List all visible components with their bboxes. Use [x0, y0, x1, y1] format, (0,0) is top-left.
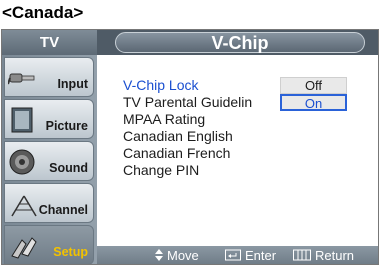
sidebar-title: TV — [2, 30, 97, 55]
sidebar-item-picture[interactable]: Picture — [4, 99, 94, 139]
input-plug-icon — [8, 73, 35, 85]
hint-enter: Enter — [225, 248, 277, 264]
tv-osd-screen: TV Input Picture Sound Channel Setup V-C… — [1, 29, 379, 265]
hint-return: Return — [293, 248, 355, 264]
menu-item-change-pin[interactable]: Change PIN — [123, 162, 283, 179]
sidebar-item-label: Picture — [45, 119, 88, 133]
hint-move-label: Move — [167, 248, 199, 263]
hint-enter-label: Enter — [245, 248, 277, 263]
menu-item-vchip-lock[interactable]: V-Chip Lock — [123, 77, 283, 94]
return-menu-icon — [293, 249, 311, 264]
setup-icon — [11, 237, 37, 259]
menu-item-tv-parental-guidelines[interactable]: TV Parental Guidelin — [123, 94, 280, 111]
menu-item-canadian-french[interactable]: Canadian French — [123, 145, 283, 162]
sidebar-item-label: Setup — [53, 245, 88, 259]
hint-return-label: Return — [315, 248, 355, 263]
hint-move: Move — [155, 248, 199, 264]
header-bar: V-Chip — [97, 30, 378, 55]
enter-icon — [225, 249, 241, 264]
sidebar-item-label: Input — [57, 77, 88, 91]
menu-panel: V-Chip Lock TV Parental Guidelin MPAA Ra… — [97, 55, 378, 245]
sidebar-item-input[interactable]: Input — [4, 57, 94, 97]
page-heading: <Canada> — [2, 3, 84, 22]
menu-item-mpaa-rating[interactable]: MPAA Rating — [123, 111, 283, 128]
speaker-icon — [9, 149, 35, 175]
sidebar-item-label: Channel — [38, 203, 88, 217]
footer-hints: Move Enter Return — [97, 246, 378, 264]
option-on[interactable]: On — [280, 94, 347, 111]
sidebar-item-setup[interactable]: Setup — [4, 225, 94, 264]
sidebar-item-channel[interactable]: Channel — [4, 183, 94, 223]
antenna-icon — [11, 195, 37, 217]
sidebar-item-sound[interactable]: Sound — [4, 141, 94, 181]
option-off[interactable]: Off — [280, 77, 347, 94]
page-title: V-Chip — [115, 32, 365, 53]
up-down-arrow-icon — [155, 248, 163, 264]
sidebar: Input Picture Sound Channel Setup — [2, 55, 97, 264]
menu-item-canadian-english[interactable]: Canadian English — [123, 128, 283, 145]
sidebar-item-label: Sound — [49, 161, 88, 175]
picture-icon — [11, 107, 33, 133]
